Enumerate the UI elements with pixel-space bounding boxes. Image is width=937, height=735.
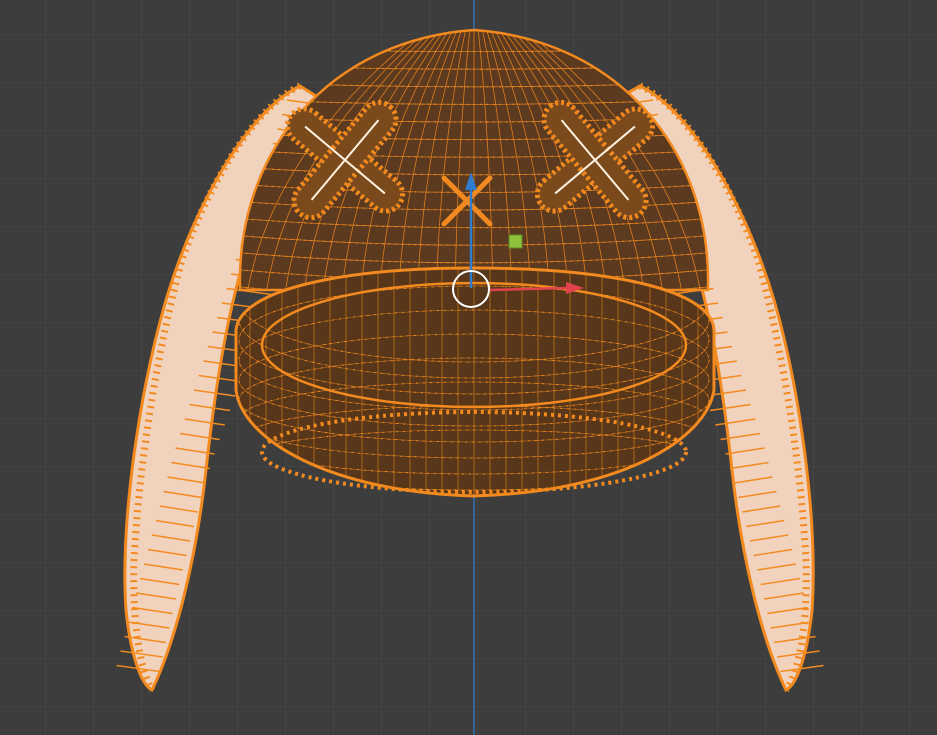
move-handle-y-icon[interactable] (508, 234, 523, 249)
3d-viewport[interactable] (0, 0, 937, 735)
